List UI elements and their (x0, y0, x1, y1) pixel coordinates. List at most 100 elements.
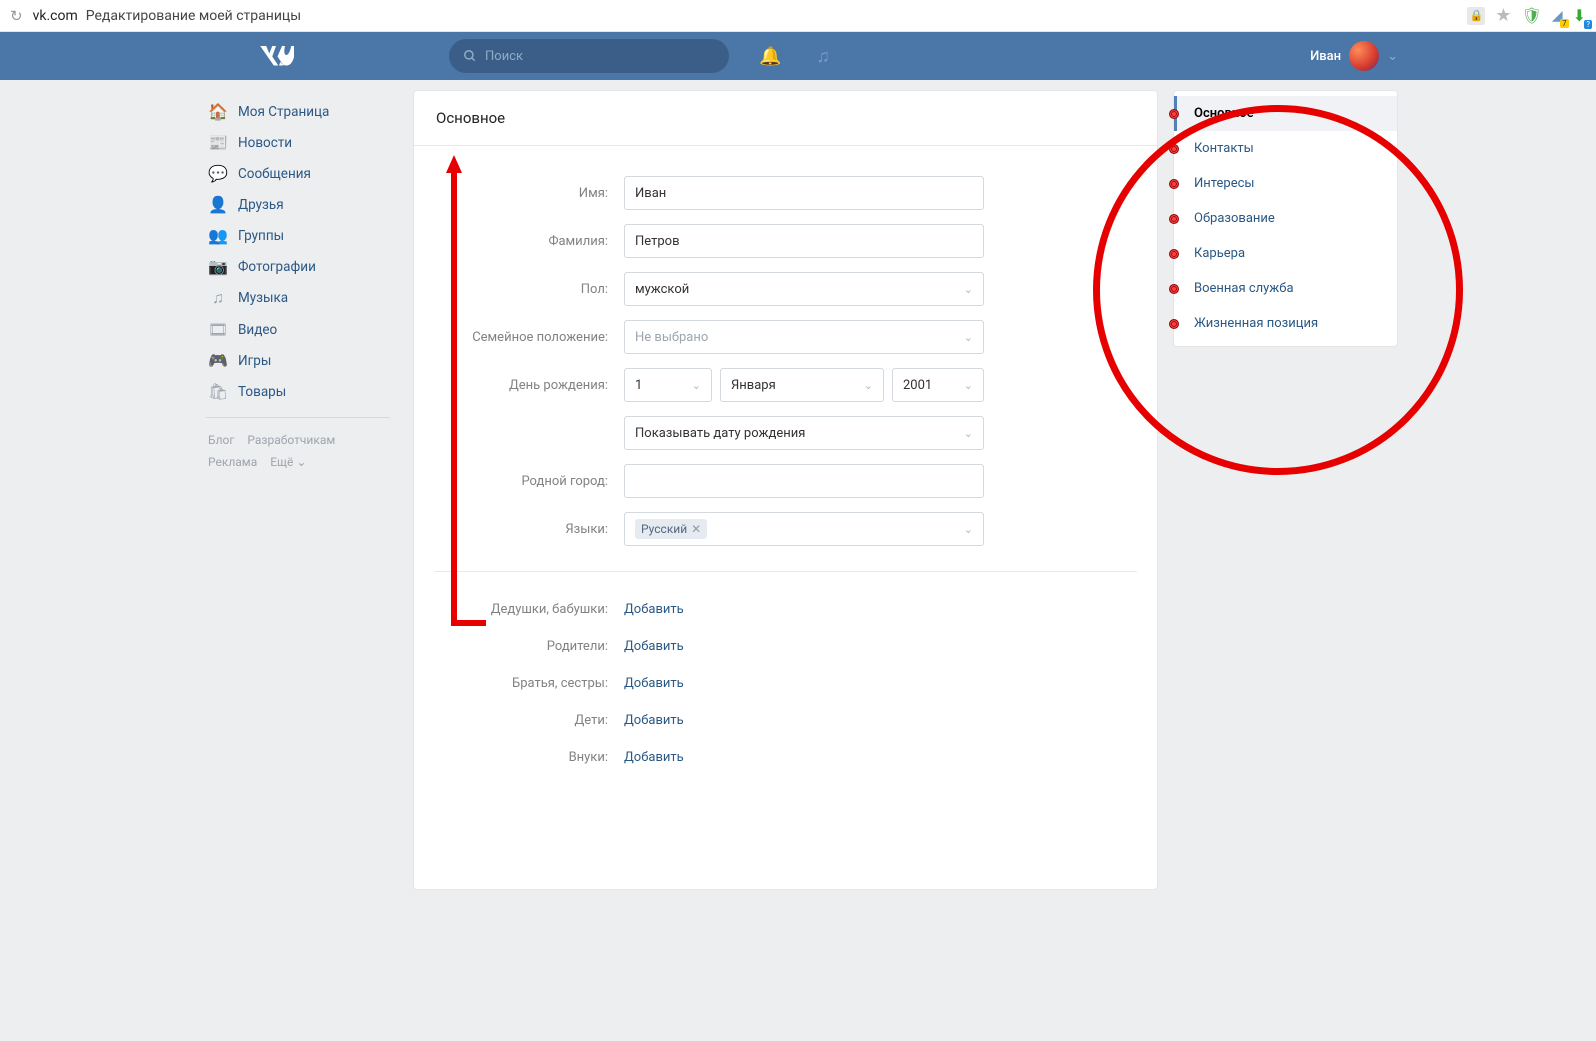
chevron-down-icon: ⌄ (964, 523, 973, 536)
nav-my-page[interactable]: 🏠Моя Страница (198, 96, 398, 127)
bag-icon: 🛍 (208, 382, 228, 401)
vk-logo[interactable] (258, 40, 294, 73)
bday-label: День рождения: (434, 378, 624, 393)
bday-month: Января (731, 378, 776, 393)
footer-links: Блог Разработчикам Реклама Ещё ⌄ (198, 428, 398, 475)
nav-label: Музыка (238, 290, 288, 306)
bday-year: 2001 (903, 378, 932, 393)
nav-games[interactable]: 🎮Игры (198, 345, 398, 376)
nav-label: Новости (238, 135, 292, 151)
nav-photos[interactable]: 📷Фотографии (198, 251, 398, 282)
bday-visibility-select[interactable]: Показывать дату рождения ⌄ (624, 416, 984, 450)
bday-day-select[interactable]: 1⌄ (624, 368, 712, 402)
music-icon[interactable]: ♫ (816, 46, 830, 67)
search-input[interactable] (485, 49, 715, 64)
rel-grandchildren-label: Внуки: (434, 750, 624, 765)
footer-more[interactable]: Ещё ⌄ (270, 455, 306, 469)
main-header: 🔔 ♫ Иван ⌄ (0, 32, 1596, 80)
music-nav-icon: ♫ (208, 288, 228, 308)
nav-groups[interactable]: 👥Группы (198, 220, 398, 251)
nav-video[interactable]: 🎞Видео (198, 314, 398, 345)
divider (434, 571, 1137, 572)
chevron-down-icon: ⌄ (964, 427, 973, 440)
message-icon: 💬 (208, 164, 228, 183)
lang-token-text: Русский (641, 522, 687, 536)
nav-divider (206, 417, 390, 418)
panel-title: Основное (414, 91, 1157, 145)
marker-icon (1169, 284, 1179, 294)
search-box[interactable] (449, 39, 729, 73)
remove-lang-icon[interactable]: ✕ (691, 522, 701, 536)
hometown-input[interactable] (624, 464, 984, 498)
news-icon: 📰 (208, 133, 228, 152)
tab-interests[interactable]: Интересы (1174, 166, 1397, 201)
nav-label: Видео (238, 322, 277, 338)
chevron-down-icon: ⌄ (964, 283, 973, 296)
marital-value: Не выбрано (635, 330, 708, 345)
nav-label: Друзья (238, 197, 284, 213)
footer-ads[interactable]: Реклама (208, 455, 257, 469)
first-name-input[interactable] (624, 176, 984, 210)
user-menu[interactable]: Иван ⌄ (1310, 41, 1398, 71)
tab-label: Карьера (1194, 246, 1245, 261)
add-grandchildren[interactable]: Добавить (624, 750, 684, 765)
tab-contacts[interactable]: Контакты (1174, 131, 1397, 166)
gender-select[interactable]: мужской ⌄ (624, 272, 984, 306)
add-siblings[interactable]: Добавить (624, 676, 684, 691)
bday-month-select[interactable]: Января ⌄ (720, 368, 884, 402)
marital-label: Семейное положение: (434, 330, 624, 345)
langs-select[interactable]: Русский ✕ ⌄ (624, 512, 984, 546)
nav-label: Товары (238, 384, 286, 400)
download-ext-icon[interactable]: ⬇? (1573, 6, 1586, 25)
friends-icon: 👤 (208, 195, 228, 214)
tab-general[interactable]: Основное (1174, 96, 1397, 131)
chevron-down-icon: ⌄ (864, 379, 873, 392)
chevron-down-icon: ⌄ (964, 379, 973, 392)
reload-icon[interactable]: ↻ (10, 7, 23, 25)
tab-military[interactable]: Военная служба (1174, 271, 1397, 306)
nav-messages[interactable]: 💬 Сообщения (198, 158, 398, 189)
marker-icon (1169, 144, 1179, 154)
footer-blog[interactable]: Блог (208, 433, 234, 447)
bday-show-value: Показывать дату рождения (635, 426, 805, 441)
marker-icon (1169, 109, 1179, 119)
lock-icon: 🔒 (1467, 7, 1485, 25)
chevron-down-icon: ⌄ (964, 331, 973, 344)
add-parents[interactable]: Добавить (624, 639, 684, 654)
nav-music[interactable]: ♫ Музыка (198, 282, 398, 314)
add-grandparents[interactable]: Добавить (624, 602, 684, 617)
marker-icon (1169, 214, 1179, 224)
bday-year-select[interactable]: 2001 ⌄ (892, 368, 984, 402)
edit-panel: Основное Имя: Фамилия: Пол: мужской ⌄ (413, 90, 1158, 890)
marker-icon (1169, 179, 1179, 189)
last-name-label: Фамилия: (434, 234, 624, 249)
nav-news[interactable]: 📰 Новости (198, 127, 398, 158)
nav-label: Фотографии (238, 259, 316, 275)
rel-parents-label: Родители: (434, 639, 624, 654)
tab-life-stance[interactable]: Жизненная позиция (1174, 306, 1397, 341)
marker-icon (1169, 319, 1179, 329)
tab-career[interactable]: Карьера (1174, 236, 1397, 271)
footer-dev[interactable]: Разработчикам (247, 433, 335, 447)
rel-children-label: Дети: (434, 713, 624, 728)
nav-friends[interactable]: 👤 Друзья (198, 189, 398, 220)
gamepad-icon: 🎮 (208, 351, 228, 370)
tab-education[interactable]: Образование (1174, 201, 1397, 236)
lang-token: Русский ✕ (635, 519, 707, 539)
star-icon[interactable]: ★ (1495, 5, 1511, 26)
marital-select[interactable]: Не выбрано ⌄ (624, 320, 984, 354)
hometown-label: Родной город: (434, 474, 624, 489)
ext-icon-2[interactable]: ◢7 (1552, 8, 1563, 24)
tab-label: Основное (1194, 106, 1254, 121)
url-domain: vk.com (33, 8, 78, 24)
shield-ext-icon[interactable]: 🛡 (1522, 6, 1542, 25)
tab-label: Образование (1194, 211, 1275, 226)
nav-market[interactable]: 🛍 Товары (198, 376, 398, 407)
bell-icon[interactable]: 🔔 (759, 46, 781, 67)
chevron-down-icon: ⌄ (296, 455, 306, 469)
browser-bar: ↻ vk.com Редактирование моей страницы 🔒 … (0, 0, 1596, 32)
last-name-input[interactable] (624, 224, 984, 258)
add-children[interactable]: Добавить (624, 713, 684, 728)
avatar (1349, 41, 1379, 71)
nav-label: Сообщения (238, 166, 311, 182)
